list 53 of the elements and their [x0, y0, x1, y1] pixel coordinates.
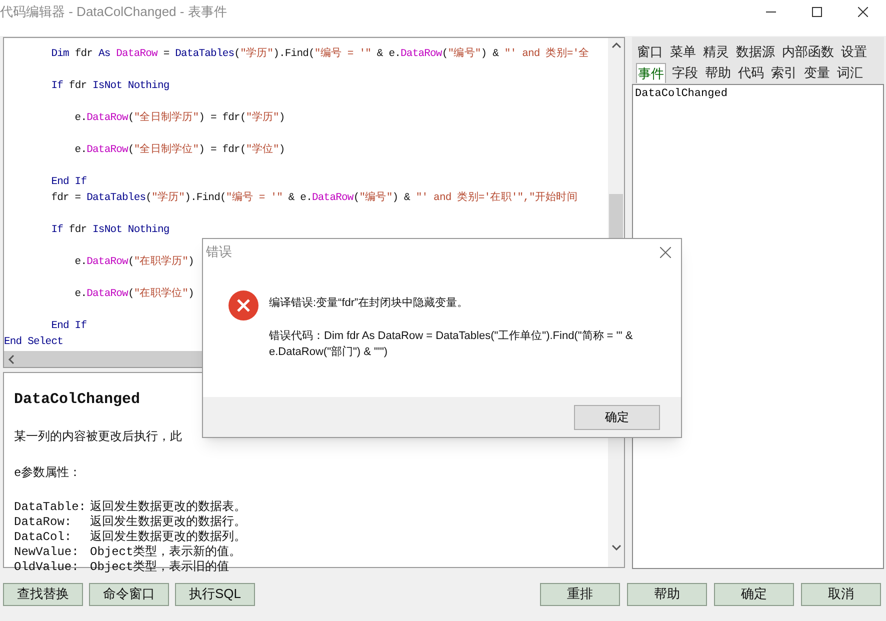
event-list[interactable]: DataColChanged — [632, 84, 884, 569]
dialog-button[interactable]: 帮助 — [627, 582, 707, 606]
toolbar-button[interactable]: 查找替换 — [3, 582, 83, 606]
tab[interactable]: 变量 — [803, 63, 831, 83]
code-line: fdr = DataTables("学历").Find("编号 = '" & e.DataRow("编号") & "' and 类别='在职'","开始时间 — [50, 190, 578, 206]
dialog-button[interactable]: 取消 — [801, 582, 881, 606]
code-line: If fdr IsNot Nothing — [50, 223, 170, 238]
tab[interactable]: 数据源 — [735, 42, 776, 62]
dialog-button[interactable]: 重排 — [540, 582, 620, 606]
param-description: Object类型，表示旧的值 — [90, 560, 230, 574]
param-name: NewValue: — [14, 544, 80, 560]
error-detail: 错误代码：Dim fdr As DataRow = DataTables("工作单位").Find("简称 = '" & e.DataRow("部门") & "'") — [269, 328, 634, 360]
close-icon[interactable] — [660, 246, 671, 258]
list-item[interactable]: DataColChanged — [635, 86, 728, 102]
help-description: 某一列的内容被更改后执行，此 — [14, 428, 182, 446]
dialog-title: 错误 — [206, 243, 232, 262]
tab[interactable]: 事件 — [636, 63, 666, 83]
param-description: 返回发生数据更改的数据列。 — [90, 530, 246, 544]
tab[interactable]: 菜单 — [669, 42, 697, 62]
code-line: e.DataRow("全日制学历") = fdr("学历") — [74, 110, 285, 126]
tab[interactable]: 窗口 — [636, 42, 664, 62]
tab[interactable]: 精灵 — [702, 42, 730, 62]
code-line: Dim fdr As DataRow = DataTables("学历").Find("编号 = '" & e.DataRow("编号") & "' and 类别='全 — [50, 46, 590, 62]
ok-button[interactable]: 确定 — [574, 404, 660, 430]
window-title: 代码编辑器 - DataColChanged - 表事件 — [0, 3, 227, 21]
code-line: If fdr IsNot Nothing — [50, 79, 170, 94]
error-icon — [228, 290, 259, 321]
tab[interactable]: 代码 — [737, 63, 765, 83]
tab[interactable]: 帮助 — [704, 63, 732, 83]
tab[interactable]: 索引 — [770, 63, 798, 83]
tab[interactable]: 设置 — [840, 42, 868, 62]
toolbar-button[interactable]: 命令窗口 — [89, 582, 169, 606]
param-name: DataTable: — [14, 500, 88, 514]
error-message: 编译错误:变量“fdr”在封闭块中隐藏变量。 — [269, 296, 468, 311]
code-line: End If — [50, 319, 87, 334]
toolbar-button[interactable]: 执行SQL — [175, 582, 255, 606]
tab[interactable]: 内部函数 — [781, 42, 835, 62]
help-title: DataColChanged — [14, 390, 140, 410]
param-description: 返回发生数据更改的数据表。 — [90, 500, 246, 514]
dialog-button[interactable]: 确定 — [714, 582, 794, 606]
code-line: End If — [50, 175, 87, 190]
param-description: Object类型，表示新的值。 — [90, 544, 242, 560]
code-line: End Select — [4, 335, 64, 350]
param-name: OldValue: — [14, 560, 80, 574]
param-description: 返回发生数据更改的数据行。 — [90, 514, 246, 530]
code-line: e.DataRow("在职学历") — [74, 254, 194, 270]
tab[interactable]: 词汇 — [836, 63, 864, 83]
param-name: DataCol: — [14, 530, 73, 544]
params-heading: e参数属性： — [14, 464, 82, 482]
param-name: DataRow: — [14, 514, 73, 530]
code-line: e.DataRow("全日制学位") = fdr("学位") — [74, 142, 285, 158]
code-line: e.DataRow("在职学位") — [74, 286, 194, 302]
tab[interactable]: 字段 — [671, 63, 699, 83]
